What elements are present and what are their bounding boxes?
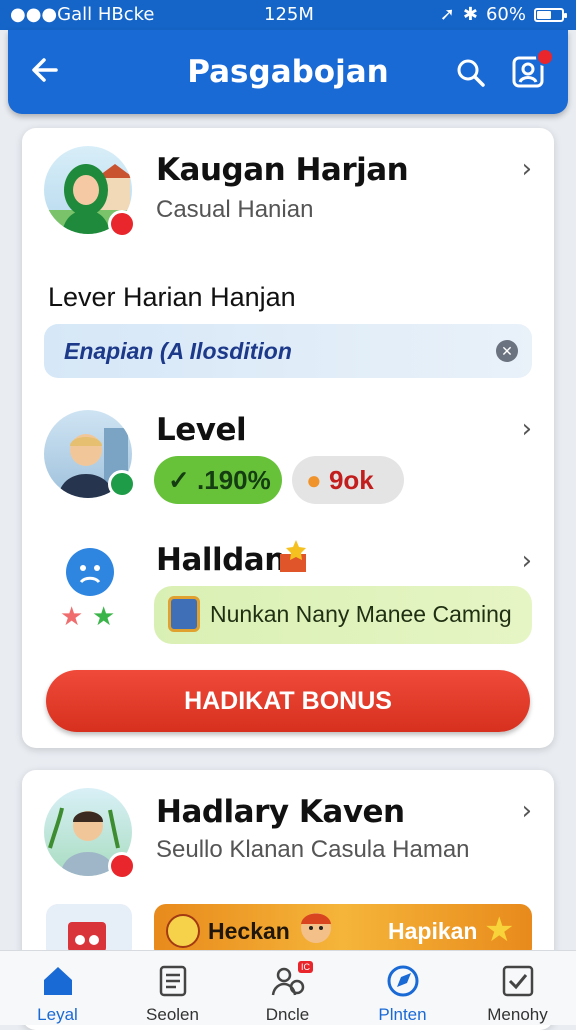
chevron-right-icon[interactable]: › (522, 546, 532, 576)
home-icon (44, 967, 72, 995)
nav-item-compass[interactable]: Plnten (345, 951, 460, 1025)
daily-card: Kaugan Harjan Casual Hanian › Lever Hari… (22, 128, 554, 748)
status-badge (108, 210, 136, 238)
battery-level (537, 10, 552, 19)
nav-label: Plnten (378, 1005, 427, 1024)
nav-label: Dncle (265, 1005, 310, 1024)
banner-right-text: Hapikan (388, 918, 478, 944)
info-pill-text: Enapian (A Ilosdition (64, 338, 292, 364)
chevron-right-icon[interactable]: › (522, 414, 532, 444)
status-time: 125M (264, 4, 314, 25)
check-icon: ✓ (168, 465, 190, 495)
location-icon: ➚ (439, 4, 455, 25)
nav-label: Menohy (487, 1005, 548, 1024)
compass-badge-icon (166, 914, 200, 948)
info-pill[interactable]: Enapian (A Ilosdition ✕ (44, 324, 532, 378)
emoji-icon: ● (306, 465, 322, 495)
app-bar: Pasgabojan (8, 30, 568, 114)
compass-icon (387, 965, 419, 997)
nav-label: Leyal (37, 1005, 78, 1024)
tablet-icon (168, 596, 200, 632)
nav-item-checklist[interactable]: Menohy (460, 951, 575, 1025)
star-icon: ★ (484, 910, 515, 950)
chevron-right-icon[interactable]: › (522, 796, 532, 826)
chevron-right-icon[interactable]: › (522, 154, 532, 184)
progress-pill[interactable]: ✓ .190% (154, 456, 282, 504)
gift-star-icon (276, 538, 312, 574)
row-subtitle: Casual Hanian (156, 196, 314, 223)
status-right: ➚ ✱ 60% (439, 4, 567, 25)
row-title: Kaugan Harjan (156, 152, 409, 188)
promo-text: Nunkan Nany Manee Caming (210, 601, 512, 627)
progress-text: .190% (197, 465, 271, 495)
bottom-nav: Leyal Seolen IC Dncle Plnten Menohy (0, 950, 576, 1025)
search-icon[interactable] (454, 56, 488, 90)
notification-dot (536, 48, 554, 66)
nav-item-people[interactable]: IC Dncle (230, 951, 345, 1025)
sad-face-icon (66, 548, 114, 596)
nav-label: Seolen (146, 1005, 199, 1024)
checkbox-icon (502, 965, 534, 997)
status-badge (108, 852, 136, 880)
mascot-icon (294, 908, 338, 956)
nav-item-home[interactable]: Leyal (0, 951, 115, 1025)
star-icon: ★ (60, 602, 84, 632)
battery-label: 60% (485, 4, 526, 25)
profile-icon[interactable] (510, 48, 554, 92)
row-title: Level (156, 412, 247, 448)
bonus-button[interactable]: HADIKAT BONUS (46, 670, 530, 732)
coin-pill[interactable]: ● 9ok (292, 456, 404, 504)
status-badge (108, 470, 136, 498)
row-title: Halldan (156, 542, 286, 578)
carrier-label: ●●●Gall HBcke (10, 4, 155, 25)
bluetooth-icon: ✱ (462, 4, 478, 25)
nav-badge: IC (298, 961, 313, 973)
row-subtitle: Seullo Klanan Casula Haman (156, 836, 470, 863)
promo-pill[interactable]: Nunkan Nany Manee Caming (154, 586, 532, 644)
section-label: Lever Harian Hanjan (48, 282, 296, 312)
nav-item-document[interactable]: Seolen (115, 951, 230, 1025)
coin-text: 9ok (328, 465, 374, 495)
document-icon (159, 965, 187, 997)
info-icon[interactable]: ✕ (496, 340, 518, 362)
battery-icon (534, 7, 567, 22)
star-icon: ★ (92, 602, 116, 632)
status-bar: ●●●Gall HBcke 125M ➚ ✱ 60% (0, 0, 576, 30)
row-title: Hadlary Kaven (156, 794, 405, 830)
banner-left-text: Heckan (208, 918, 290, 944)
